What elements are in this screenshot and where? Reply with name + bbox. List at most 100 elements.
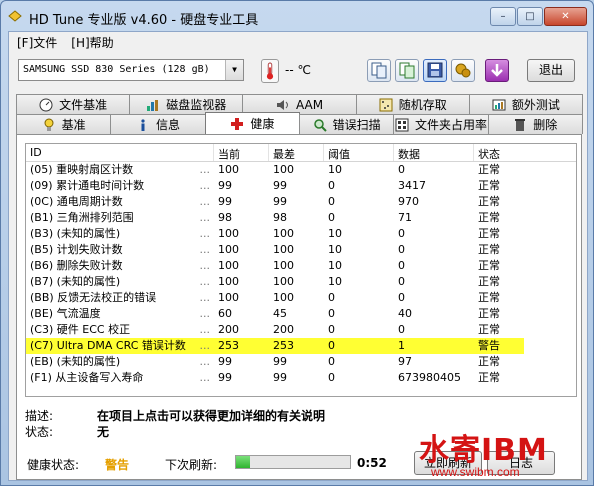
save-icon bbox=[427, 62, 443, 78]
attribute-name-text: (B1) 三角洲排列范围 bbox=[30, 211, 134, 224]
table-row[interactable]: (B7) (未知的属性)... 100 100 10 0 正常 bbox=[26, 274, 576, 290]
data-value: 970 bbox=[398, 195, 419, 208]
tab-info[interactable]: 信息 bbox=[110, 114, 206, 134]
tab-health[interactable]: 健康 bbox=[204, 112, 300, 134]
table-row[interactable]: (B3) (未知的属性)... 100 100 10 0 正常 bbox=[26, 226, 576, 242]
menu-help[interactable]: [H]帮助 bbox=[71, 34, 113, 51]
attribute-name-text: (B5) 计划失败计数 bbox=[30, 243, 123, 256]
table-row[interactable]: (B5) 计划失败计数... 100 100 10 0 正常 bbox=[26, 242, 576, 258]
worst-value: 99 bbox=[273, 371, 287, 384]
tab-disk-monitor[interactable]: 磁盘监视器 bbox=[129, 94, 244, 114]
table-row[interactable]: (C3) 硬件 ECC 校正... 200 200 0 0 正常 bbox=[26, 322, 576, 338]
column-header-worst[interactable]: 最差 bbox=[269, 144, 324, 161]
app-logo-icon bbox=[8, 10, 22, 22]
exit-button[interactable]: 退出 bbox=[527, 59, 575, 82]
copy-text-button[interactable] bbox=[367, 59, 391, 82]
worst-value: 99 bbox=[273, 355, 287, 368]
tab-aam[interactable]: AAM bbox=[242, 94, 357, 114]
copy-screen-button[interactable] bbox=[395, 59, 419, 82]
chevron-down-icon[interactable]: ▼ bbox=[225, 60, 243, 80]
download-button[interactable] bbox=[485, 59, 509, 82]
options-button[interactable] bbox=[451, 59, 475, 82]
status-value: 正常 bbox=[478, 291, 500, 304]
status-value: 正常 bbox=[478, 307, 500, 320]
column-header-id[interactable]: ID bbox=[26, 144, 214, 161]
toolbar: SAMSUNG SSD 830 Series (128 gB) ▼ -- ℃ 退… bbox=[9, 54, 587, 88]
tab-label: 信息 bbox=[155, 118, 180, 132]
table-row[interactable]: (0C) 通电周期计数... 99 99 0 970 正常 bbox=[26, 194, 576, 210]
tab-random-access[interactable]: 随机存取 bbox=[355, 94, 470, 114]
table-row[interactable]: (B6) 删除失败计数... 100 100 10 0 正常 bbox=[26, 258, 576, 274]
health-icon bbox=[231, 117, 244, 130]
table-row-warning[interactable]: (C7) Ultra DMA CRC 错误计数... 253 253 0 1 警告 bbox=[26, 338, 576, 354]
status-value: 正常 bbox=[478, 179, 500, 192]
ellipsis-icon: ... bbox=[199, 211, 211, 224]
next-refresh-time: 0:52 bbox=[357, 456, 387, 470]
attribute-name-text: (BE) 气流温度 bbox=[30, 307, 101, 320]
column-header-current[interactable]: 当前 bbox=[214, 144, 269, 161]
refresh-progress-fill bbox=[236, 456, 250, 468]
column-header-data[interactable]: 数据 bbox=[394, 144, 474, 161]
attribute-name: (B3) (未知的属性)... bbox=[26, 226, 214, 242]
benchmark-icon bbox=[44, 118, 54, 131]
smart-table-body: (05) 重映射扇区计数... 100 100 10 0 正常 (09) 累计通电时间计数.… bbox=[26, 162, 576, 386]
temperature-readout: -- ℃ bbox=[285, 63, 311, 77]
disk-monitor-icon bbox=[147, 99, 159, 111]
folder-usage-icon bbox=[395, 118, 409, 131]
maximize-button[interactable]: □ bbox=[517, 7, 543, 26]
current-value: 100 bbox=[218, 275, 239, 288]
table-row[interactable]: (BE) 气流温度... 60 45 0 40 正常 bbox=[26, 306, 576, 322]
table-row[interactable]: (09) 累计通电时间计数... 99 99 0 3417 正常 bbox=[26, 178, 576, 194]
erase-icon bbox=[515, 118, 526, 131]
tab-error-scan[interactable]: 错误扫描 bbox=[298, 114, 395, 134]
current-value: 100 bbox=[218, 227, 239, 240]
status-value: 正常 bbox=[478, 163, 500, 176]
current-value: 60 bbox=[218, 307, 232, 320]
status-value: 正常 bbox=[478, 227, 500, 240]
column-header-threshold[interactable]: 阈值 bbox=[324, 144, 394, 161]
column-header-status[interactable]: 状态 bbox=[474, 144, 524, 161]
ellipsis-icon: ... bbox=[199, 307, 211, 320]
attribute-name: (0C) 通电周期计数... bbox=[26, 194, 214, 210]
table-row[interactable]: (F1) 从主设备写入寿命... 99 99 0 673980405 正常 bbox=[26, 370, 576, 386]
table-row[interactable]: (BB) 反馈无法校正的错误... 100 100 0 0 正常 bbox=[26, 290, 576, 306]
close-button[interactable]: ✕ bbox=[544, 7, 587, 26]
disk-select[interactable]: SAMSUNG SSD 830 Series (128 gB) ▼ bbox=[18, 59, 244, 81]
next-refresh-label: 下次刷新: bbox=[165, 458, 218, 472]
description-area: 描述: 在项目上点击可以获得更加详细的有关说明 状态: 无 bbox=[25, 407, 325, 439]
table-row[interactable]: (05) 重映射扇区计数... 100 100 10 0 正常 bbox=[26, 162, 576, 178]
log-button[interactable]: 日志 bbox=[487, 451, 555, 475]
ellipsis-icon: ... bbox=[199, 195, 211, 208]
refresh-now-button[interactable]: 立即刷新 bbox=[414, 451, 482, 475]
menu-file[interactable]: [F]文件 bbox=[17, 34, 57, 51]
health-status-label: 健康状态: bbox=[27, 458, 80, 472]
tab-erase[interactable]: 删除 bbox=[487, 114, 583, 134]
tab-file-benchmark[interactable]: 文件基准 bbox=[16, 94, 131, 114]
tab-label: 文件基准 bbox=[59, 98, 108, 112]
minimize-button[interactable]: – bbox=[490, 7, 516, 26]
save-button[interactable] bbox=[423, 59, 447, 82]
ellipsis-icon: ... bbox=[199, 227, 211, 240]
attribute-name: (B1) 三角洲排列范围... bbox=[26, 210, 214, 226]
table-row[interactable]: (EB) (未知的属性)... 99 99 0 97 正常 bbox=[26, 354, 576, 370]
tab-label: 额外测试 bbox=[511, 98, 560, 112]
data-value: 3417 bbox=[398, 179, 426, 192]
threshold-value: 0 bbox=[324, 338, 394, 354]
tab-folder-usage[interactable]: 文件夹占用率 bbox=[393, 114, 489, 134]
current-value: 253 bbox=[214, 338, 269, 354]
title-bar[interactable]: HD Tune 专业版 v4.60 - 硬盘专业工具 – □ ✕ bbox=[1, 1, 593, 31]
state-label: 状态: bbox=[25, 425, 54, 439]
disk-select-value: SAMSUNG SSD 830 Series (128 gB) bbox=[23, 64, 210, 75]
ellipsis-icon: ... bbox=[199, 371, 211, 384]
smart-table: ID 当前 最差 阈值 数据 状态 (05) 重映射扇区计数... 100 100 1… bbox=[25, 143, 577, 397]
table-row[interactable]: (B1) 三角洲排列范围... 98 98 0 71 正常 bbox=[26, 210, 576, 226]
tab-benchmark[interactable]: 基准 bbox=[16, 114, 112, 134]
attribute-name-text: (BB) 反馈无法校正的错误 bbox=[30, 291, 157, 304]
tab-extra-tests[interactable]: 额外测试 bbox=[468, 94, 584, 114]
refresh-progress-bar bbox=[235, 455, 351, 469]
attribute-name-text: (B6) 删除失败计数 bbox=[30, 259, 123, 272]
attribute-name-text: (B7) (未知的属性) bbox=[30, 275, 121, 288]
file-benchmark-icon bbox=[39, 98, 53, 111]
ellipsis-icon: ... bbox=[199, 259, 211, 272]
app-window: HD Tune 专业版 v4.60 - 硬盘专业工具 – □ ✕ [F]文件 [… bbox=[0, 0, 594, 486]
